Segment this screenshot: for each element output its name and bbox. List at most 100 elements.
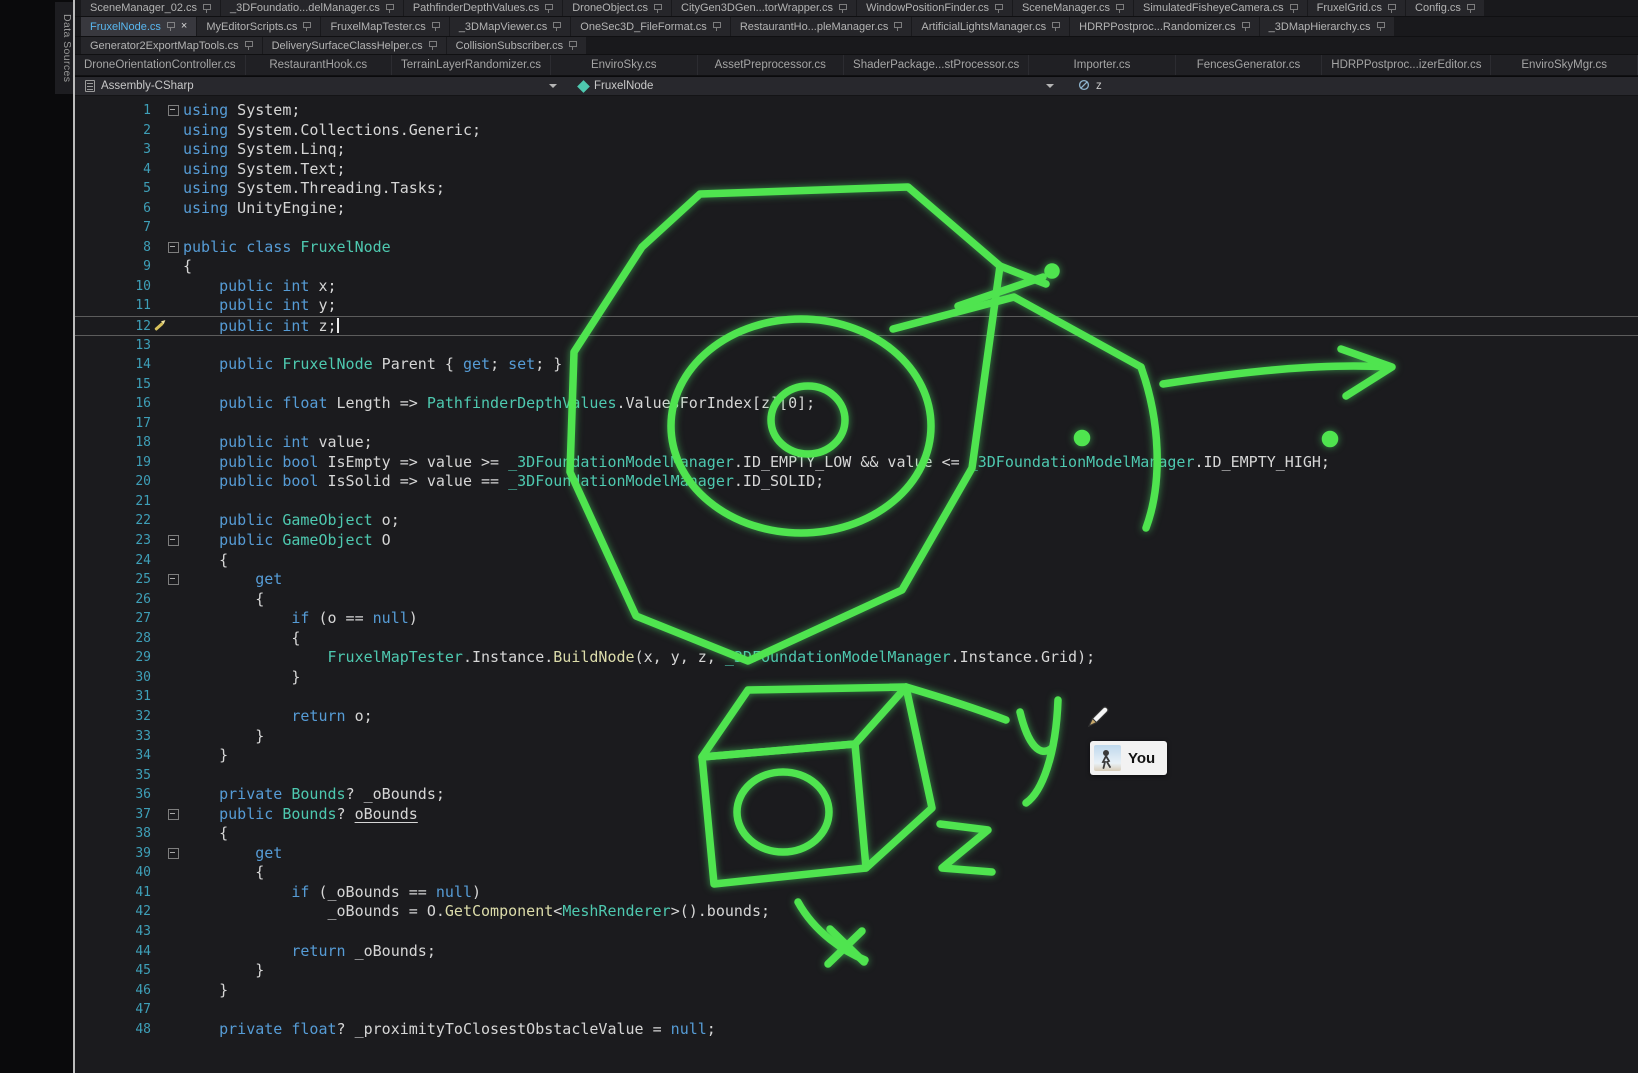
pin-icon[interactable] <box>244 41 253 50</box>
pin-icon[interactable] <box>552 22 561 31</box>
code-line-26[interactable]: 26 { <box>75 590 1638 610</box>
pin-icon[interactable] <box>838 4 847 13</box>
tab-droneobject-cs[interactable]: DroneObject.cs <box>563 0 671 16</box>
tab-onesec3d-fileformat-cs[interactable]: OneSec3D_FileFormat.cs <box>571 17 730 36</box>
code-line-13[interactable]: 13 <box>75 336 1638 356</box>
code-line-39[interactable]: 39 get <box>75 844 1638 864</box>
code-line-37[interactable]: 37 public Bounds? oBounds <box>75 805 1638 825</box>
code-line-33[interactable]: 33 } <box>75 727 1638 747</box>
close-icon[interactable]: × <box>181 21 187 32</box>
code-line-43[interactable]: 43 <box>75 922 1638 942</box>
fold-collapse-icon[interactable] <box>165 844 183 864</box>
code-line-24[interactable]: 24 { <box>75 551 1638 571</box>
tab--3dfoundatio-delmanager-cs[interactable]: _3DFoundatio...delManager.cs <box>221 0 403 16</box>
code-line-36[interactable]: 36 private Bounds? _oBounds; <box>75 785 1638 805</box>
code-line-48[interactable]: 48 private float? _proximityToClosestObs… <box>75 1020 1638 1040</box>
tab-citygen3dgen-torwrapper-cs[interactable]: CityGen3DGen...torWrapper.cs <box>672 0 856 16</box>
pin-icon[interactable] <box>712 22 721 31</box>
chevron-down-icon[interactable] <box>1046 84 1054 88</box>
code-line-10[interactable]: 10 public int x; <box>75 277 1638 297</box>
tab-restaurantho-plemanager-cs[interactable]: RestaurantHo...pleManager.cs <box>731 17 912 36</box>
code-line-45[interactable]: 45 } <box>75 961 1638 981</box>
member-dropdown[interactable]: z <box>1062 77 1638 95</box>
code-line-25[interactable]: 25 get <box>75 570 1638 590</box>
pin-icon[interactable] <box>1466 4 1475 13</box>
pin-icon[interactable] <box>1387 4 1396 13</box>
code-line-8[interactable]: 8public class FruxelNode <box>75 238 1638 258</box>
tab-windowpositionfinder-cs[interactable]: WindowPositionFinder.cs <box>857 0 1012 16</box>
tab-restauranthook-cs[interactable]: RestaurantHook.cs <box>246 55 393 75</box>
data-sources-panel-tab[interactable]: Data Sources <box>55 2 73 94</box>
fold-collapse-icon[interactable] <box>165 531 183 551</box>
panel-divider[interactable] <box>73 0 75 1073</box>
tab-terrainlayerrandomizer-cs[interactable]: TerrainLayerRandomizer.cs <box>392 55 551 75</box>
fold-collapse-icon[interactable] <box>165 238 183 258</box>
tab-envirosky-cs[interactable]: EnviroSky.cs <box>551 55 698 75</box>
tab-pathfinderdepthvalues-cs[interactable]: PathfinderDepthValues.cs <box>404 0 562 16</box>
pin-icon[interactable] <box>1289 4 1298 13</box>
tab--3dmapviewer-cs[interactable]: _3DMapViewer.cs <box>450 17 570 36</box>
code-line-6[interactable]: 6using UnityEngine; <box>75 199 1638 219</box>
fold-collapse-icon[interactable] <box>165 805 183 825</box>
code-line-11[interactable]: 11 public int y; <box>75 296 1638 316</box>
code-line-19[interactable]: 19 public bool IsEmpty => value >= _3DFo… <box>75 453 1638 473</box>
code-line-21[interactable]: 21 <box>75 492 1638 512</box>
tab-assetpreprocessor-cs[interactable]: AssetPreprocessor.cs <box>698 55 845 75</box>
tab-fruxelmaptester-cs[interactable]: FruxelMapTester.cs <box>321 17 448 36</box>
tab-artificiallightsmanager-cs[interactable]: ArtificialLightsManager.cs <box>912 17 1069 36</box>
code-line-46[interactable]: 46 } <box>75 981 1638 1001</box>
tab-config-cs[interactable]: Config.cs <box>1406 0 1484 16</box>
tab-enviroskymgr-cs[interactable]: EnviroSkyMgr.cs <box>1491 55 1638 75</box>
code-line-44[interactable]: 44 return _oBounds; <box>75 942 1638 962</box>
code-line-41[interactable]: 41 if (_oBounds == null) <box>75 883 1638 903</box>
code-line-15[interactable]: 15 <box>75 375 1638 395</box>
tab-scenemanager-cs[interactable]: SceneManager.cs <box>1013 0 1133 16</box>
code-line-30[interactable]: 30 } <box>75 668 1638 688</box>
code-line-7[interactable]: 7 <box>75 218 1638 238</box>
code-line-42[interactable]: 42 _oBounds = O.GetComponent<MeshRendere… <box>75 902 1638 922</box>
pin-icon[interactable] <box>893 22 902 31</box>
tab-scenemanager-02-cs[interactable]: SceneManager_02.cs <box>81 0 220 16</box>
code-line-12[interactable]: 12 public int z; <box>75 316 1638 336</box>
pin-icon[interactable] <box>1376 22 1385 31</box>
pin-icon[interactable] <box>302 22 311 31</box>
code-line-29[interactable]: 29 FruxelMapTester.Instance.BuildNode(x,… <box>75 648 1638 668</box>
code-line-40[interactable]: 40 { <box>75 863 1638 883</box>
fold-collapse-icon[interactable] <box>165 570 183 590</box>
pin-icon[interactable] <box>166 22 175 31</box>
tab-collisionsubscriber-cs[interactable]: CollisionSubscriber.cs <box>447 37 587 54</box>
code-line-1[interactable]: 1using System; <box>75 101 1638 121</box>
code-line-20[interactable]: 20 public bool IsSolid => value == _3DFo… <box>75 472 1638 492</box>
code-line-27[interactable]: 27 if (o == null) <box>75 609 1638 629</box>
code-line-31[interactable]: 31 <box>75 687 1638 707</box>
pin-icon[interactable] <box>568 41 577 50</box>
code-line-22[interactable]: 22 public GameObject o; <box>75 511 1638 531</box>
code-line-47[interactable]: 47 <box>75 1000 1638 1020</box>
code-line-35[interactable]: 35 <box>75 766 1638 786</box>
pin-icon[interactable] <box>428 41 437 50</box>
code-line-16[interactable]: 16 public float Length => PathfinderDept… <box>75 394 1638 414</box>
pin-icon[interactable] <box>1051 22 1060 31</box>
code-line-17[interactable]: 17 <box>75 414 1638 434</box>
code-line-34[interactable]: 34 } <box>75 746 1638 766</box>
tab-generator2exportmaptools-cs[interactable]: Generator2ExportMapTools.cs <box>81 37 262 54</box>
tab-simulatedfisheyecamera-cs[interactable]: SimulatedFisheyeCamera.cs <box>1134 0 1307 16</box>
tab-deliverysurfaceclasshelper-cs[interactable]: DeliverySurfaceClassHelper.cs <box>263 37 446 54</box>
tab-fencesgenerator-cs[interactable]: FencesGenerator.cs <box>1176 55 1323 75</box>
pin-icon[interactable] <box>653 4 662 13</box>
pin-icon[interactable] <box>544 4 553 13</box>
pin-icon[interactable] <box>1241 22 1250 31</box>
code-line-4[interactable]: 4using System.Text; <box>75 160 1638 180</box>
code-line-18[interactable]: 18 public int value; <box>75 433 1638 453</box>
fold-collapse-icon[interactable] <box>165 101 183 121</box>
tab-importer-cs[interactable]: Importer.cs <box>1029 55 1176 75</box>
code-editor[interactable]: 1using System;2using System.Collections.… <box>75 96 1638 1073</box>
pin-icon[interactable] <box>1115 4 1124 13</box>
code-line-3[interactable]: 3using System.Linq; <box>75 140 1638 160</box>
chevron-down-icon[interactable] <box>549 84 557 88</box>
pin-icon[interactable] <box>994 4 1003 13</box>
code-line-28[interactable]: 28 { <box>75 629 1638 649</box>
pin-icon[interactable] <box>385 4 394 13</box>
code-line-38[interactable]: 38 { <box>75 824 1638 844</box>
code-line-14[interactable]: 14 public FruxelNode Parent { get; set; … <box>75 355 1638 375</box>
